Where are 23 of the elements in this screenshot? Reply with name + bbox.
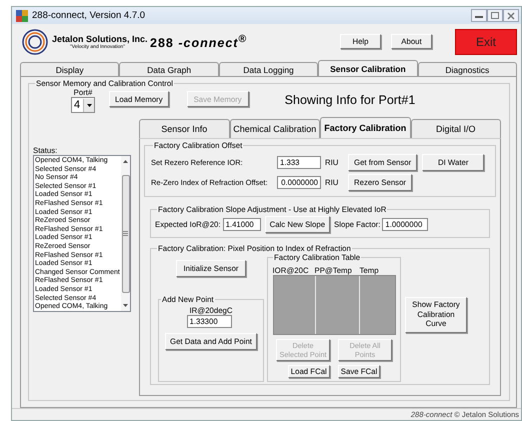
tab[interactable]: Data Logging xyxy=(218,62,318,76)
maximize-icon xyxy=(491,12,499,20)
window-title: 288-connect, Version 4.7.0 xyxy=(32,10,146,22)
logo-icon xyxy=(22,28,48,55)
sub-tab[interactable]: Digital I/O xyxy=(410,119,501,138)
sub-tab[interactable]: Factory Calibration xyxy=(320,117,410,138)
minimize-button[interactable] xyxy=(471,9,487,22)
port-info-heading: Showing Info for Port#1 xyxy=(284,93,416,108)
tab[interactable]: Diagnostics xyxy=(418,62,518,76)
maximize-button[interactable] xyxy=(487,9,503,22)
sub-tab[interactable]: Chemical Calibration xyxy=(230,119,320,138)
exit-button[interactable]: Exit xyxy=(455,28,517,55)
product-name: 288 -connect$^{®}$ xyxy=(150,34,248,50)
sub-tab[interactable]: Sensor Info xyxy=(139,119,230,138)
status-list[interactable] xyxy=(33,155,131,312)
tab[interactable]: Sensor Calibration xyxy=(318,60,418,76)
tab[interactable]: Data Graph xyxy=(119,62,219,76)
close-icon xyxy=(507,12,515,20)
close-button[interactable] xyxy=(503,9,519,22)
scroll-bar[interactable] xyxy=(121,156,130,312)
port-dropdown[interactable]: 4 xyxy=(71,97,95,114)
tab[interactable]: Display xyxy=(20,62,120,76)
app-icon xyxy=(16,10,28,22)
